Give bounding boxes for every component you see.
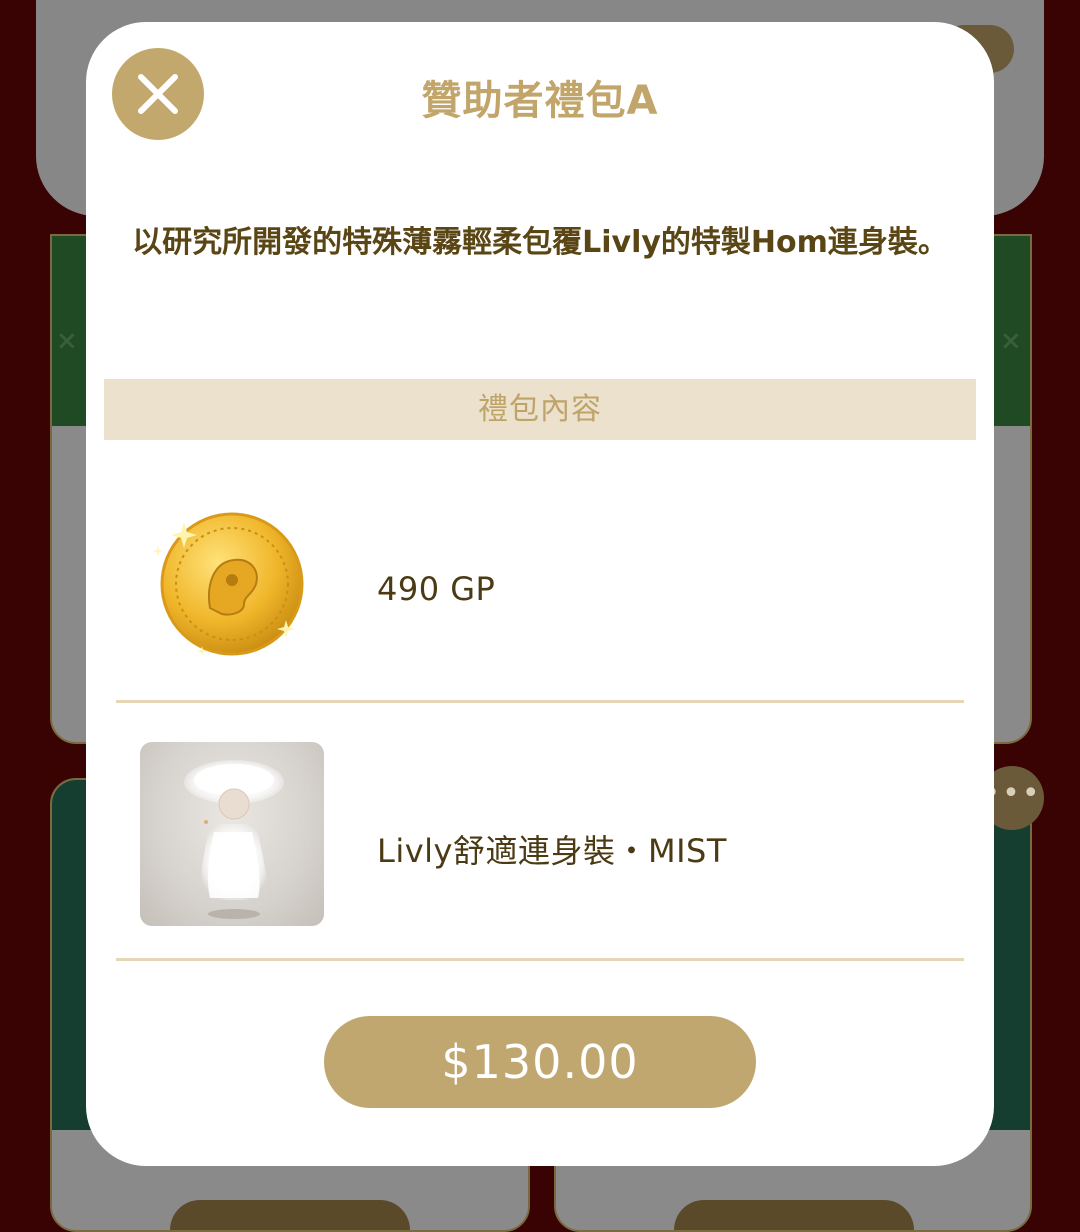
pack-item: Livly舒適連身裝・MIST xyxy=(116,700,964,961)
dialog-title: 贊助者禮包A xyxy=(421,78,659,124)
purchase-button[interactable]: $130.00 xyxy=(324,1016,756,1108)
gold-coin-icon xyxy=(140,488,324,672)
pack-contents-header: 禮包內容 xyxy=(104,379,976,440)
mist-outfit-thumbnail xyxy=(140,742,324,926)
gift-pack-dialog: 贊助者禮包A 以研究所開發的特殊薄霧輕柔包覆Livly的特製Hom連身裝。 禮包… xyxy=(86,22,994,1166)
pack-item: 490 GP xyxy=(116,442,964,703)
item-label: Livly舒適連身裝・MIST xyxy=(377,832,727,870)
background-close-icon: × xyxy=(56,326,78,356)
item-label: 490 GP xyxy=(377,570,496,608)
pack-description: 以研究所開發的特殊薄霧輕柔包覆Livly的特製Hom連身裝。 xyxy=(132,225,948,260)
background-close-icon: × xyxy=(1000,326,1022,356)
